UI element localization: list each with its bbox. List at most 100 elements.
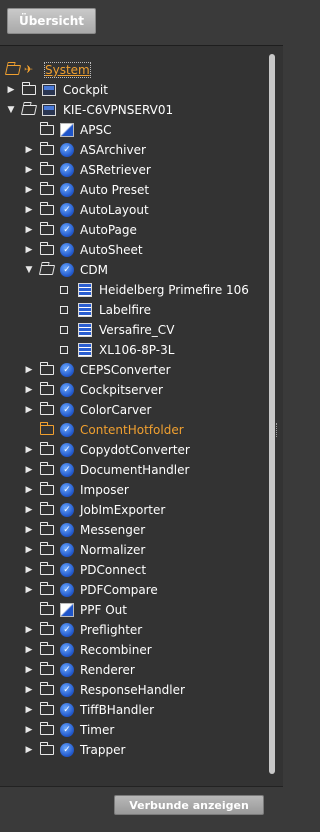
tree-item-service[interactable]: ▶ ✓ PDFCompare [0,580,265,600]
service-icon: ✓ [60,403,74,417]
expand-toggle-icon[interactable]: ▶ [24,525,34,535]
device-checkbox[interactable] [60,326,68,334]
tree-item-service[interactable]: ▶ ✓ CEPSConverter [0,360,265,380]
monitor-icon [42,84,56,96]
folder-icon [40,542,54,555]
expand-toggle-icon[interactable]: ▶ [6,85,16,95]
tree-item-device[interactable]: Heidelberg Primefire 106 [0,280,265,300]
service-icon: ✓ [60,503,74,517]
service-icon: ✓ [60,483,74,497]
tree-item-service[interactable]: ▶ ✓ AutoLayout [0,200,265,220]
tree-root-system[interactable]: ✈ System [0,60,265,80]
tree-item-service[interactable]: ▶ ✓ Cockpitserver [0,380,265,400]
tree-item-service[interactable]: ▶ ✓ ResponseHandler [0,680,265,700]
folder-icon [40,122,54,135]
tree-item-cdm[interactable]: ▼ ✓ CDM [0,260,265,280]
tree-item-service[interactable]: ▶ ✓ Preflighter [0,620,265,640]
show-groups-button[interactable]: Verbunde anzeigen [114,795,264,815]
service-icon: ✓ [60,743,74,757]
tree-item-device[interactable]: XL106-8P-3L [0,340,265,360]
tree-item-service[interactable]: ▶ ✓ TiffBHandler [0,700,265,720]
service-icon: ✓ [60,663,74,677]
tree-item-device[interactable]: Versafire_CV [0,320,265,340]
expand-toggle-icon[interactable]: ▶ [24,445,34,455]
expand-toggle-icon[interactable]: ▶ [24,505,34,515]
expand-toggle-icon[interactable]: ▶ [24,405,34,415]
expand-toggle-icon[interactable]: ▶ [24,645,34,655]
service-icon: ✓ [60,723,74,737]
collapse-toggle-icon[interactable]: ▼ [6,105,16,115]
service-icon: ✓ [60,643,74,657]
tree-item-service[interactable]: ▶ ✓ AutoPage [0,220,265,240]
device-checkbox[interactable] [60,286,68,294]
expand-toggle-icon[interactable]: ▶ [24,245,34,255]
tree-item-device[interactable]: Labelfire [0,300,265,320]
tree-item-label: Trapper [80,743,126,757]
expand-toggle-icon[interactable]: ▶ [24,725,34,735]
folder-icon [40,562,54,575]
collapse-toggle-icon[interactable]: ▼ [24,265,34,275]
tree-item-service[interactable]: ▶ ✓ ASRetriever [0,160,265,180]
tree-item-cockpit[interactable]: ▶ Cockpit [0,80,265,100]
tree-item-service[interactable]: ▶ ✓ Auto Preset [0,180,265,200]
resize-grip-icon[interactable] [276,423,279,437]
folder-icon [40,502,54,515]
vertical-scrollbar[interactable] [269,54,275,774]
service-icon: ✓ [60,163,74,177]
device-checkbox[interactable] [60,346,68,354]
tree-item-service[interactable]: APSC [0,120,265,140]
expand-toggle-icon[interactable]: ▶ [24,465,34,475]
tree-item-service[interactable]: ▶ ✓ Recombiner [0,640,265,660]
expand-toggle-icon[interactable]: ▶ [24,745,34,755]
folder-icon [40,622,54,635]
tree-item-service[interactable]: ▶ ✓ Messenger [0,520,265,540]
tree-item-label: Timer [80,723,115,737]
tree-item-label: Imposer [80,483,129,497]
device-icon [78,323,92,337]
tree-item-service[interactable]: ✓ ContentHotfolder [0,420,265,440]
expand-toggle-icon[interactable]: ▶ [24,585,34,595]
service-icon: ✓ [60,223,74,237]
tree-item-service[interactable]: ▶ ✓ CopydotConverter [0,440,265,460]
tree-item-label: Auto Preset [80,183,150,197]
tree-item-server[interactable]: ▼ KIE-C6VPNSERV01 [0,100,265,120]
expand-toggle-icon[interactable]: ▶ [24,545,34,555]
tree-item-service[interactable]: ▶ ✓ ASArchiver [0,140,265,160]
folder-icon [40,722,54,735]
expand-toggle-icon[interactable]: ▶ [24,565,34,575]
expand-toggle-icon[interactable]: ▶ [24,685,34,695]
tree-item-service[interactable]: ▶ ✓ Imposer [0,480,265,500]
tree-item-service[interactable]: ▶ ✓ Normalizer [0,540,265,560]
expand-toggle-icon[interactable]: ▶ [24,705,34,715]
expand-toggle-icon[interactable]: ▶ [24,165,34,175]
tree-item-service[interactable]: ▶ ✓ Trapper [0,740,265,760]
overview-button[interactable]: Übersicht [7,8,96,34]
expand-toggle-icon[interactable]: ▶ [24,145,34,155]
device-checkbox[interactable] [60,306,68,314]
folder-icon [40,482,54,495]
folder-icon [40,202,54,215]
folder-icon [40,362,54,375]
expand-toggle-icon[interactable]: ▶ [24,185,34,195]
service-icon: ✓ [60,203,74,217]
expand-toggle-icon[interactable]: ▶ [24,385,34,395]
tree-item-service[interactable]: ▶ ✓ DocumentHandler [0,460,265,480]
tree-item-service[interactable]: ▶ ✓ Renderer [0,660,265,680]
tree-item-label: CEPSConverter [80,363,171,377]
tree-item-service[interactable]: ▶ ✓ ColorCarver [0,400,265,420]
expand-toggle-icon[interactable]: ▶ [24,365,34,375]
expand-toggle-icon[interactable]: ▶ [24,225,34,235]
expand-toggle-icon[interactable]: ▶ [24,665,34,675]
tree-item-service[interactable]: ▶ ✓ AutoSheet [0,240,265,260]
expand-toggle-icon[interactable]: ▶ [24,205,34,215]
expand-toggle-icon[interactable]: ▶ [24,625,34,635]
expand-toggle-icon[interactable]: ▶ [24,485,34,495]
tree-item-label: JobImExporter [80,503,166,517]
service-icon: ✓ [60,383,74,397]
tree-item-service[interactable]: ▶ ✓ JobImExporter [0,500,265,520]
folder-icon [22,82,36,95]
tree-item-service[interactable]: PPF Out [0,600,265,620]
tree-item-service[interactable]: ▶ ✓ PDConnect [0,560,265,580]
tree-item-label: PDConnect [80,563,147,577]
tree-item-service[interactable]: ▶ ✓ Timer [0,720,265,740]
